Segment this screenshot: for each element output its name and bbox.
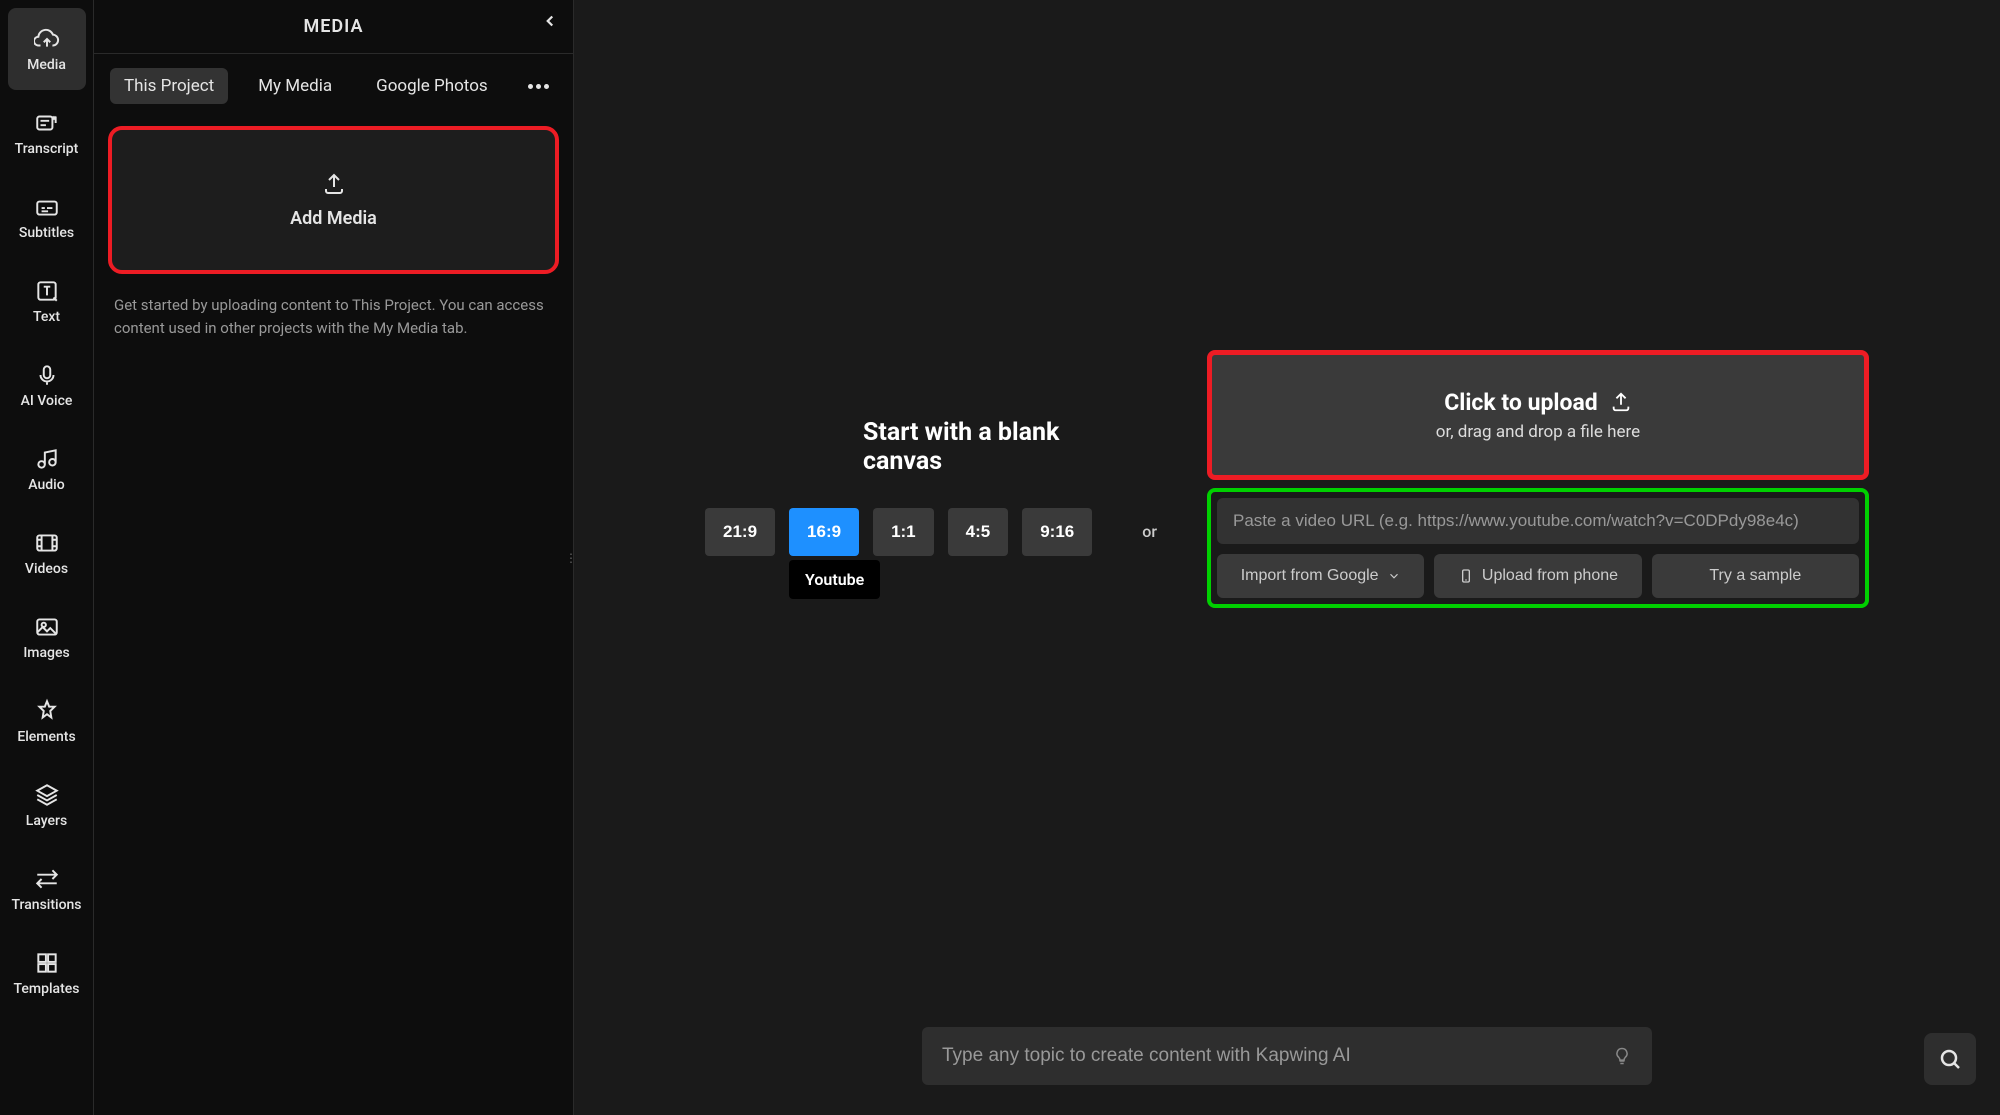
tab-this-project[interactable]: This Project — [110, 68, 228, 104]
tab-my-media[interactable]: My Media — [244, 68, 346, 104]
text-icon — [34, 278, 60, 304]
layers-icon — [34, 782, 60, 808]
sidebar-item-layers[interactable]: Layers — [8, 764, 86, 846]
audio-icon — [34, 446, 60, 472]
panel-tabs: This Project My Media Google Photos — [94, 54, 573, 118]
chevron-left-icon — [541, 12, 559, 30]
upload-section: Click to upload or, drag and drop a file… — [1207, 455, 1869, 608]
sidebar-item-images[interactable]: Images — [8, 596, 86, 678]
search-button[interactable] — [1924, 1033, 1976, 1085]
ratio-4-5[interactable]: 4:5 — [948, 508, 1009, 556]
sidebar-item-label: Subtitles — [19, 225, 74, 241]
videos-icon — [34, 530, 60, 556]
upload-title: Click to upload — [1444, 389, 1632, 416]
blank-canvas-section: Start with a blank canvas 21:9 16:9 1:1 … — [705, 508, 1092, 556]
subtitles-icon — [34, 194, 60, 220]
help-text: Get started by uploading content to This… — [114, 294, 553, 339]
icon-sidebar: Media Transcript Subtitles Text AI Voice… — [0, 0, 94, 1115]
tab-google-photos[interactable]: Google Photos — [362, 68, 502, 104]
chevron-down-icon — [1387, 569, 1401, 583]
sidebar-item-label: Templates — [14, 981, 80, 997]
templates-icon — [34, 950, 60, 976]
upload-subtitle: or, drag and drop a file here — [1436, 422, 1640, 442]
ratio-1-1[interactable]: 1:1 — [873, 508, 934, 556]
click-upload-button[interactable]: Click to upload or, drag and drop a file… — [1207, 350, 1869, 480]
ratio-21-9[interactable]: 21:9 — [705, 508, 775, 556]
sidebar-item-label: Images — [23, 645, 69, 661]
lightbulb-icon[interactable] — [1612, 1046, 1632, 1066]
add-media-label: Add Media — [290, 208, 377, 229]
collapse-panel-button[interactable] — [541, 12, 559, 34]
sidebar-item-elements[interactable]: Elements — [8, 680, 86, 762]
sidebar-item-label: Videos — [25, 561, 68, 577]
ai-prompt-bar — [922, 1027, 1652, 1085]
start-title: Start with a blank canvas — [863, 418, 1092, 476]
sidebar-item-text[interactable]: Text — [8, 260, 86, 342]
sidebar-item-label: Transcript — [15, 141, 79, 157]
more-options-button[interactable] — [528, 84, 557, 89]
sidebar-item-media[interactable]: Media — [8, 8, 86, 90]
sidebar-item-templates[interactable]: Templates — [8, 932, 86, 1014]
sidebar-item-transitions[interactable]: Transitions — [8, 848, 86, 930]
sidebar-item-label: Elements — [17, 729, 75, 745]
canvas-content: Start with a blank canvas 21:9 16:9 1:1 … — [574, 455, 2000, 608]
ratio-9-16[interactable]: 9:16 — [1022, 508, 1092, 556]
sidebar-item-audio[interactable]: Audio — [8, 428, 86, 510]
ai-prompt-input[interactable] — [942, 1045, 1612, 1067]
panel-title: MEDIA — [304, 16, 364, 37]
media-panel: MEDIA This Project My Media Google Photo… — [94, 0, 574, 1115]
transitions-icon — [34, 866, 60, 892]
cloud-upload-icon — [34, 26, 60, 52]
sidebar-item-label: AI Voice — [21, 393, 73, 409]
sidebar-item-label: Layers — [26, 813, 67, 829]
ratio-16-9[interactable]: 16:9 — [789, 508, 859, 556]
url-import-section: Import from Google Upload from phone Try… — [1207, 488, 1869, 608]
sidebar-item-aivoice[interactable]: AI Voice — [8, 344, 86, 426]
sidebar-item-label: Media — [27, 57, 66, 73]
import-buttons: Import from Google Upload from phone Try… — [1217, 554, 1859, 598]
sidebar-item-subtitles[interactable]: Subtitles — [8, 176, 86, 258]
phone-icon — [1458, 568, 1474, 584]
search-icon — [1938, 1047, 1962, 1071]
ratio-tooltip: Youtube — [789, 560, 880, 599]
panel-header: MEDIA — [94, 0, 573, 54]
elements-icon — [34, 698, 60, 724]
transcript-icon — [34, 110, 60, 136]
images-icon — [34, 614, 60, 640]
add-media-button[interactable]: Add Media — [108, 126, 559, 274]
sidebar-item-videos[interactable]: Videos — [8, 512, 86, 594]
sidebar-item-label: Audio — [28, 477, 64, 493]
import-google-button[interactable]: Import from Google — [1217, 554, 1424, 598]
sidebar-item-label: Text — [33, 309, 60, 325]
ratio-buttons: 21:9 16:9 1:1 4:5 9:16 Youtube — [705, 508, 1092, 556]
sidebar-item-transcript[interactable]: Transcript — [8, 92, 86, 174]
url-input[interactable] — [1217, 498, 1859, 544]
try-sample-button[interactable]: Try a sample — [1652, 554, 1859, 598]
canvas-area: Start with a blank canvas 21:9 16:9 1:1 … — [574, 0, 2000, 1115]
upload-icon — [1610, 391, 1632, 413]
upload-icon — [322, 172, 346, 196]
upload-phone-button[interactable]: Upload from phone — [1434, 554, 1641, 598]
ai-voice-icon — [34, 362, 60, 388]
or-divider: or — [1142, 522, 1157, 541]
sidebar-item-label: Transitions — [11, 897, 81, 913]
